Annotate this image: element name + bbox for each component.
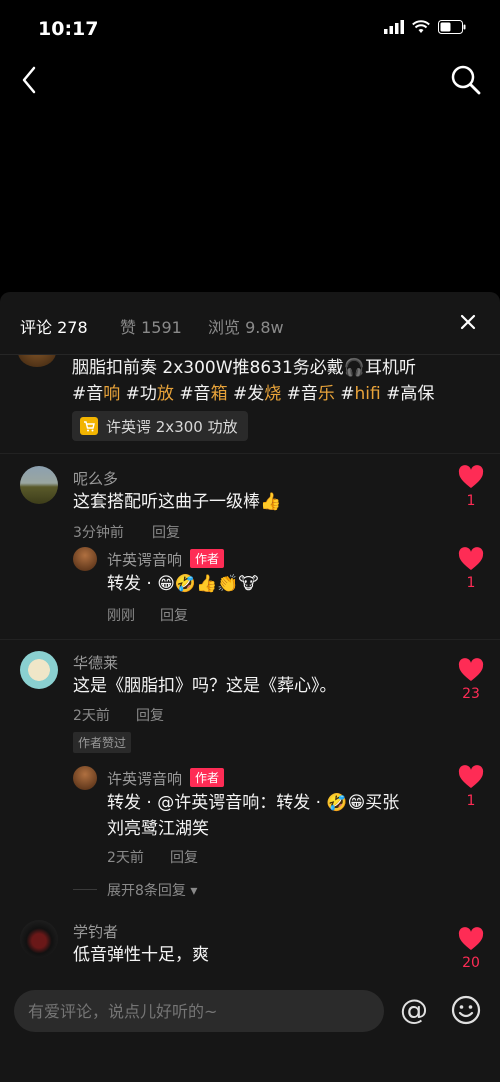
avatar[interactable] bbox=[73, 547, 97, 571]
heart-icon bbox=[458, 927, 484, 950]
avatar[interactable] bbox=[20, 651, 58, 689]
back-button[interactable] bbox=[16, 62, 46, 98]
heart-icon bbox=[458, 765, 484, 788]
expand-replies-button[interactable]: 展开8条回复 ▾ bbox=[107, 880, 197, 900]
tab-likes[interactable]: 赞 1591 bbox=[120, 314, 182, 338]
at-icon: @ bbox=[400, 993, 428, 1026]
reply-text: 转发 · 😁🤣👍👏🐮 bbox=[107, 574, 259, 594]
reply-button[interactable]: 回复 bbox=[136, 705, 164, 725]
like-count: 1 bbox=[466, 793, 476, 809]
status-bar: 10:17 bbox=[0, 0, 500, 60]
comment-username[interactable]: 呢么多 bbox=[73, 468, 118, 489]
cart-icon bbox=[80, 417, 98, 435]
emoji-button[interactable] bbox=[450, 994, 482, 1026]
chevron-down-icon: ▾ bbox=[190, 883, 198, 899]
comment-text: 这套搭配听这曲子一级棒👍 bbox=[73, 492, 282, 512]
close-button[interactable] bbox=[456, 310, 480, 334]
reply-button[interactable]: 回复 bbox=[170, 847, 198, 867]
heart-icon bbox=[458, 465, 484, 488]
like-button[interactable]: 1 bbox=[456, 547, 486, 591]
battery-icon bbox=[438, 20, 466, 34]
tag[interactable]: #音乐 bbox=[287, 384, 335, 404]
search-icon bbox=[451, 65, 481, 95]
avatar[interactable] bbox=[20, 920, 58, 958]
heart-icon bbox=[458, 658, 484, 681]
comment-username[interactable]: 学钓者 bbox=[73, 921, 118, 942]
like-count: 1 bbox=[466, 493, 476, 509]
post-tags: #音响 #功放 #音箱 #发烧 #音乐 #hifi #高保 bbox=[72, 381, 472, 407]
comment-time: 2天前 bbox=[73, 708, 110, 724]
like-count: 1 bbox=[466, 575, 476, 591]
tag[interactable]: #高保 bbox=[386, 384, 434, 404]
comment-input[interactable] bbox=[14, 990, 384, 1032]
comment-text: 低音弹性十足，爽 bbox=[73, 945, 209, 965]
post-author-avatar[interactable] bbox=[18, 355, 56, 367]
like-button[interactable]: 1 bbox=[456, 765, 486, 809]
like-button[interactable]: 1 bbox=[456, 465, 486, 509]
status-time: 10:17 bbox=[38, 18, 99, 40]
divider bbox=[0, 639, 500, 640]
comment-text: 这是《胭脂扣》吗？这是《葬心》。 bbox=[73, 676, 337, 696]
search-button[interactable] bbox=[448, 62, 484, 98]
tag[interactable]: #音响 bbox=[72, 384, 120, 404]
tag[interactable]: #hifi bbox=[340, 384, 380, 404]
reply-time: 刚刚 bbox=[107, 608, 135, 624]
reply-button[interactable]: 回复 bbox=[160, 605, 188, 625]
post-caption-line1: 胭脂扣前奏 2x300W推8631务必戴🎧耳机听 bbox=[72, 358, 416, 378]
reply-username[interactable]: 许英谔音响 作者 bbox=[107, 768, 225, 789]
like-button[interactable]: 23 bbox=[456, 658, 486, 702]
tag[interactable]: #功放 bbox=[126, 384, 174, 404]
reply-button[interactable]: 回复 bbox=[152, 522, 180, 542]
mention-button[interactable]: @ bbox=[396, 990, 432, 1030]
author-badge: 作者 bbox=[190, 549, 225, 568]
heart-icon bbox=[458, 547, 484, 570]
product-label: 许英谔 2x300 功放 bbox=[106, 417, 238, 436]
author-liked-badge: 作者赞过 bbox=[73, 732, 132, 753]
like-count: 23 bbox=[462, 686, 480, 702]
comments-sheet: 评论 278 赞 1591 浏览 9.8w 胭脂扣前奏 2x300W推8631务… bbox=[0, 292, 500, 1082]
reply-username[interactable]: 许英谔音响 作者 bbox=[107, 549, 225, 570]
back-icon bbox=[22, 66, 36, 94]
reply-time: 2天前 bbox=[107, 850, 144, 866]
avatar[interactable] bbox=[20, 466, 58, 504]
emoji-icon bbox=[451, 995, 481, 1025]
avatar[interactable] bbox=[73, 766, 97, 790]
like-count: 20 bbox=[462, 955, 480, 971]
divider bbox=[0, 453, 500, 454]
comment-username[interactable]: 华德莱 bbox=[73, 652, 118, 673]
comment-time: 3分钟前 bbox=[73, 525, 124, 541]
comment-input-bar: @ bbox=[0, 982, 500, 1082]
status-icons bbox=[384, 20, 466, 34]
like-button[interactable]: 20 bbox=[456, 927, 486, 971]
comment-tabs: 评论 278 赞 1591 浏览 9.8w bbox=[0, 292, 500, 355]
post-caption: 胭脂扣前奏 2x300W推8631务必戴🎧耳机听 #音响 #功放 #音箱 #发烧… bbox=[72, 355, 472, 407]
signal-icon bbox=[384, 20, 404, 34]
close-icon bbox=[460, 314, 476, 330]
tab-views[interactable]: 浏览 9.8w bbox=[208, 314, 284, 338]
tab-comments[interactable]: 评论 278 bbox=[20, 314, 88, 338]
comment-list[interactable]: 胭脂扣前奏 2x300W推8631务必戴🎧耳机听 #音响 #功放 #音箱 #发烧… bbox=[0, 355, 500, 982]
wifi-icon bbox=[412, 20, 430, 33]
tag[interactable]: #音箱 bbox=[179, 384, 227, 404]
tag[interactable]: #发烧 bbox=[233, 384, 281, 404]
reply-text: 转发 · @许英谔音响：转发 · 🤣😁买张 刘亮鹭江湖笑 bbox=[107, 793, 400, 839]
product-link[interactable]: 许英谔 2x300 功放 bbox=[72, 411, 248, 441]
author-badge: 作者 bbox=[190, 768, 225, 787]
divider bbox=[73, 889, 97, 890]
